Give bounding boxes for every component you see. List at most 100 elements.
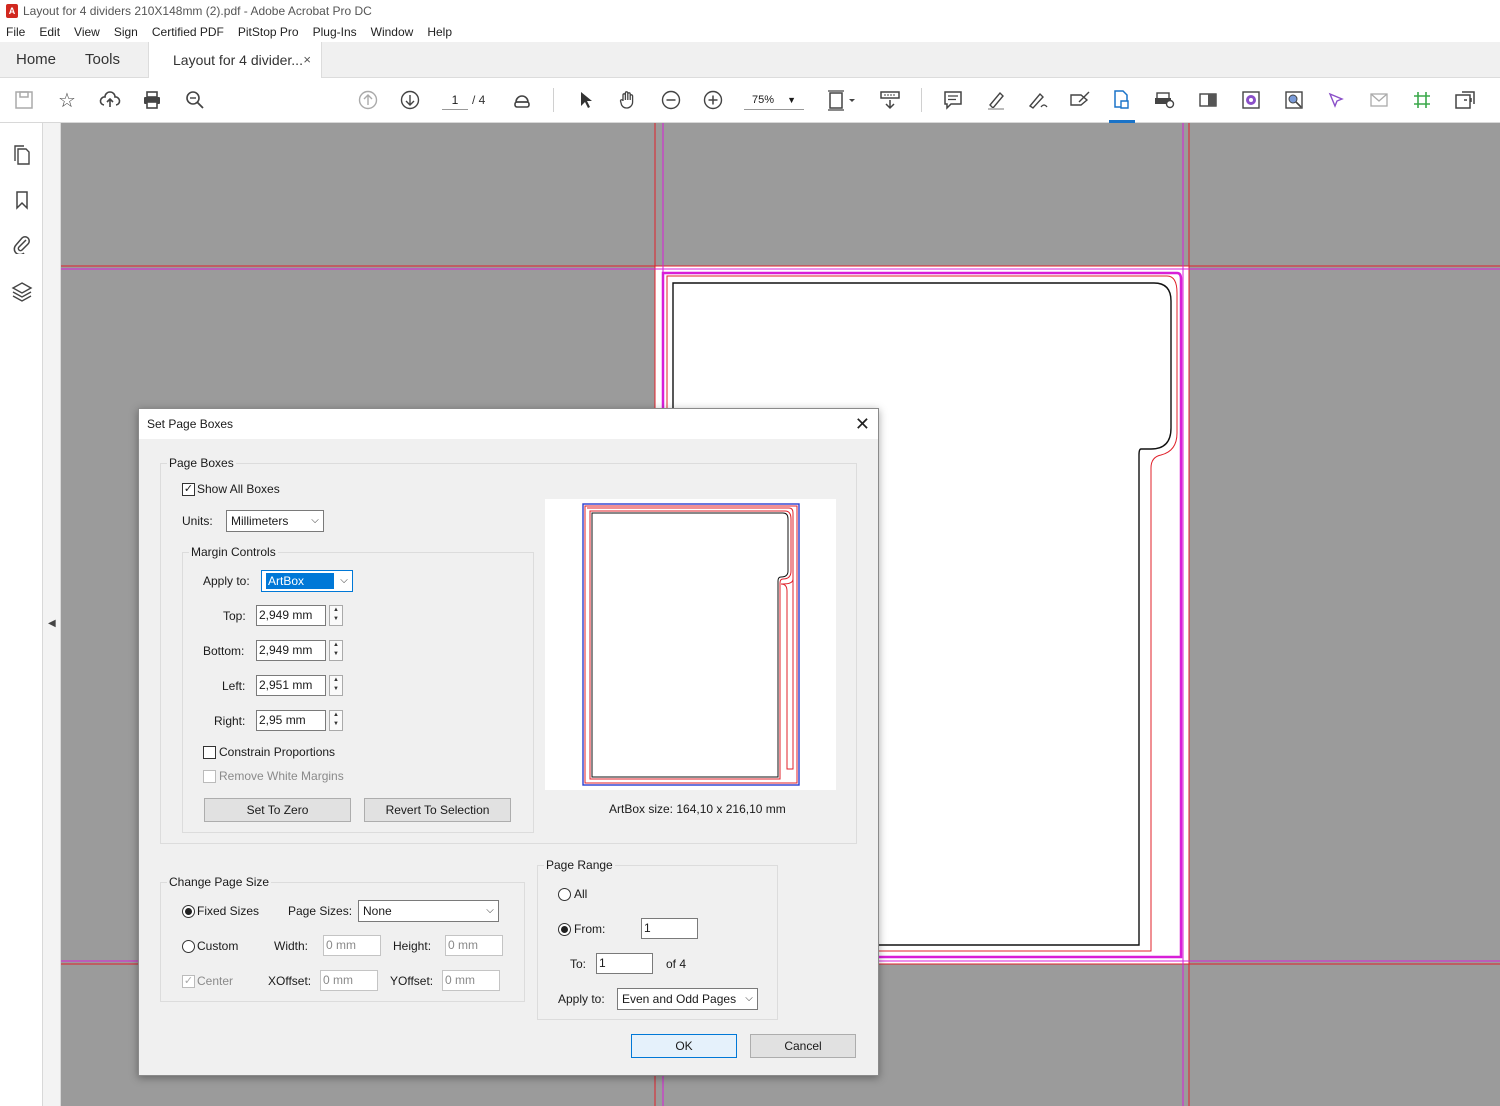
page-range-from-radio[interactable] xyxy=(558,923,571,936)
right-margin-input[interactable]: 2,95 mm xyxy=(256,710,326,731)
color-convert-icon[interactable] xyxy=(1238,87,1264,113)
width-label: Width: xyxy=(274,939,309,953)
menu-window[interactable]: Window xyxy=(371,25,414,39)
page-number-input[interactable]: 1 xyxy=(442,90,468,110)
navigation-panel xyxy=(0,123,43,1106)
tab-close-icon[interactable]: × xyxy=(303,42,311,78)
tab-tools[interactable]: Tools xyxy=(85,42,120,78)
apply-to-box-select[interactable]: ArtBox ⌵ xyxy=(261,570,353,592)
constrain-proportions-checkbox[interactable] xyxy=(203,746,216,759)
menu-plug-ins[interactable]: Plug-Ins xyxy=(313,25,357,39)
show-all-boxes-checkbox[interactable]: ✓ xyxy=(182,483,195,496)
page-sizes-label: Page Sizes: xyxy=(288,904,353,918)
top-margin-input[interactable]: 2,949 mm xyxy=(256,605,326,626)
bookmark-star-icon[interactable]: ☆ xyxy=(54,87,80,113)
xoffset-input[interactable]: 0 mm xyxy=(320,970,378,991)
tab-document[interactable]: Layout for 4 divider... × xyxy=(148,42,322,78)
fill-sign-icon[interactable] xyxy=(1025,87,1051,113)
right-margin-stepper[interactable]: ▲ ▼ xyxy=(329,710,343,731)
mail-icon[interactable] xyxy=(1366,87,1392,113)
menu-pitstop-pro[interactable]: PitStop Pro xyxy=(238,25,299,39)
menu-view[interactable]: View xyxy=(74,25,100,39)
units-value: Millimeters xyxy=(231,514,289,528)
page-thumbnails-icon[interactable] xyxy=(9,142,35,168)
page-range-from-label[interactable]: From: xyxy=(574,922,605,936)
left-margin-stepper[interactable]: ▲ ▼ xyxy=(329,675,343,696)
center-checkbox[interactable]: ✓ xyxy=(182,975,195,988)
yoffset-input[interactable]: 0 mm xyxy=(442,970,500,991)
bookmarks-icon[interactable] xyxy=(9,187,35,213)
artbox-size-caption: ArtBox size: 164,10 x 216,10 mm xyxy=(609,802,786,816)
tab-home[interactable]: Home xyxy=(16,42,56,78)
print-production-icon[interactable] xyxy=(1152,87,1178,113)
show-all-boxes-label[interactable]: Show All Boxes xyxy=(197,482,280,496)
highlight-pen-icon[interactable] xyxy=(983,87,1009,113)
hand-tool-icon[interactable] xyxy=(615,87,641,113)
output-preview-icon[interactable] xyxy=(1195,87,1221,113)
apply-to-box-value: ArtBox xyxy=(266,573,334,589)
next-page-icon[interactable] xyxy=(397,87,423,113)
ok-button[interactable]: OK xyxy=(631,1034,737,1058)
zoom-level-select[interactable]: 75% ▼ xyxy=(744,90,804,110)
fit-page-icon[interactable] xyxy=(825,87,859,113)
custom-size-label[interactable]: Custom xyxy=(197,939,238,953)
constrain-proportions-label[interactable]: Constrain Proportions xyxy=(219,745,335,759)
width-input[interactable]: 0 mm xyxy=(323,935,381,956)
remove-white-margins-checkbox[interactable] xyxy=(203,770,216,783)
send-for-review-icon[interactable] xyxy=(1067,87,1093,113)
layers-icon[interactable] xyxy=(9,278,35,304)
height-input[interactable]: 0 mm xyxy=(445,935,503,956)
dialog-close-icon[interactable]: ✕ xyxy=(855,409,870,439)
page-range-apply-to-select[interactable]: Even and Odd Pages ⌵ xyxy=(617,988,758,1010)
menu-certified-pdf[interactable]: Certified PDF xyxy=(152,25,224,39)
top-margin-stepper[interactable]: ▲ ▼ xyxy=(329,605,343,626)
page-range-all-radio[interactable] xyxy=(558,888,571,901)
page-sizes-value: None xyxy=(363,904,392,918)
panel-collapse-bar[interactable]: ◀ xyxy=(43,123,61,1106)
upload-cloud-icon[interactable] xyxy=(97,87,123,113)
menu-help[interactable]: Help xyxy=(427,25,452,39)
acrobat-logo-icon: A xyxy=(6,4,18,18)
remove-white-margins-label: Remove White Margins xyxy=(219,769,344,783)
page-range-to-input[interactable]: 1 xyxy=(596,953,653,974)
more-tools-icon[interactable] xyxy=(1452,87,1478,113)
previous-page-icon[interactable] xyxy=(355,87,381,113)
fixed-sizes-radio[interactable] xyxy=(182,905,195,918)
page-sizes-select[interactable]: None ⌵ xyxy=(358,900,499,922)
menu-edit[interactable]: Edit xyxy=(39,25,60,39)
zoom-level-value: 75% xyxy=(752,94,775,106)
bottom-margin-input[interactable]: 2,949 mm xyxy=(256,640,326,661)
window-titlebar: A Layout for 4 dividers 210X148mm (2).pd… xyxy=(0,0,1500,22)
menu-sign[interactable]: Sign xyxy=(114,25,138,39)
revert-to-selection-button[interactable]: Revert To Selection xyxy=(364,798,511,822)
grid-hash-icon[interactable] xyxy=(1409,87,1435,113)
menu-bar: File Edit View Sign Certified PDF PitSto… xyxy=(0,22,1500,42)
set-to-zero-button[interactable]: Set To Zero xyxy=(204,798,351,822)
set-page-boxes-icon[interactable] xyxy=(1109,87,1135,113)
read-mode-icon[interactable] xyxy=(509,87,535,113)
attachments-icon[interactable] xyxy=(9,231,35,257)
zoom-out-icon[interactable] xyxy=(658,87,684,113)
fixed-sizes-label[interactable]: Fixed Sizes xyxy=(197,904,259,918)
comment-icon[interactable] xyxy=(940,87,966,113)
preflight-icon[interactable] xyxy=(1281,87,1307,113)
zoom-search-icon[interactable] xyxy=(182,87,208,113)
cancel-button[interactable]: Cancel xyxy=(750,1034,856,1058)
bottom-margin-stepper[interactable]: ▲ ▼ xyxy=(329,640,343,661)
save-icon[interactable] xyxy=(11,87,37,113)
yoffset-label: YOffset: xyxy=(390,974,434,988)
chevron-down-icon: ⌵ xyxy=(340,575,348,586)
select-pointer-icon[interactable] xyxy=(573,87,599,113)
zoom-in-icon[interactable] xyxy=(700,87,726,113)
page-range-from-input[interactable]: 1 xyxy=(641,918,698,939)
left-margin-input[interactable]: 2,951 mm xyxy=(256,675,326,696)
page-range-all-label[interactable]: All xyxy=(574,887,587,901)
custom-size-radio[interactable] xyxy=(182,940,195,953)
menu-file[interactable]: File xyxy=(6,25,25,39)
chevron-down-icon: ▼ xyxy=(787,95,796,105)
units-select[interactable]: Millimeters ⌵ xyxy=(226,510,324,532)
pitstop-select-icon[interactable] xyxy=(1323,87,1349,113)
scrolling-mode-icon[interactable] xyxy=(877,87,903,113)
print-icon[interactable] xyxy=(139,87,165,113)
page-range-to-label: To: xyxy=(570,957,587,971)
